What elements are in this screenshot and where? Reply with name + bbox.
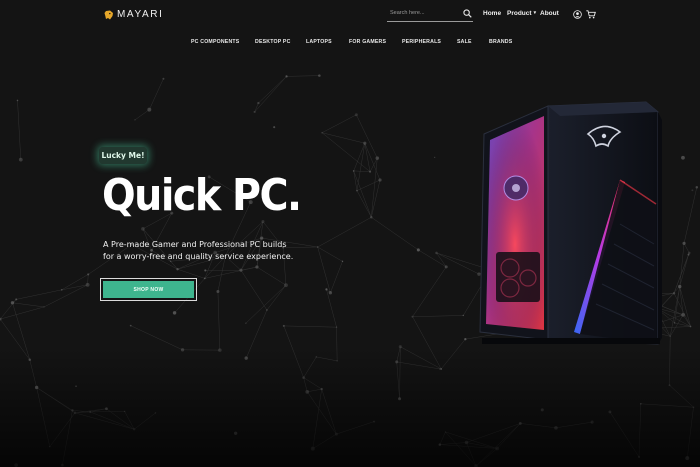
bottom-fade xyxy=(0,347,700,467)
search-icon[interactable] xyxy=(463,9,472,18)
category-sale[interactable]: SALE xyxy=(457,39,472,45)
category-brands[interactable]: BRANDS xyxy=(489,39,512,45)
shop-now-label: SHOP NOW xyxy=(103,281,194,298)
hero-description-line-2: for a worry-free and quality service exp… xyxy=(103,252,294,261)
site-header: MAYARI Home Product▼ About xyxy=(0,0,700,30)
nav-home-link[interactable]: Home xyxy=(483,10,501,17)
chevron-down-icon: ▼ xyxy=(532,10,538,15)
hero-description: A Pre-made Gamer and Professional PC bui… xyxy=(103,239,323,263)
brand-logo[interactable]: MAYARI xyxy=(104,9,163,20)
category-desktop-pc[interactable]: DESKTOP PC xyxy=(255,39,291,45)
lion-head-icon xyxy=(104,10,113,19)
hero-description-line-1: A Pre-made Gamer and Professional PC bui… xyxy=(103,240,287,249)
search-input[interactable] xyxy=(390,7,456,19)
hero-badge: Lucky Me! xyxy=(99,147,147,164)
shop-now-button[interactable]: SHOP NOW xyxy=(100,278,197,301)
hero-title: Quick PC. xyxy=(102,170,302,221)
brand-name: MAYARI xyxy=(117,9,164,20)
category-peripherals[interactable]: PERIPHERALS xyxy=(402,39,441,45)
category-pc-components[interactable]: PC COMPONENTS xyxy=(191,39,239,45)
cart-icon[interactable] xyxy=(586,10,596,19)
nav-product-dropdown[interactable]: Product▼ xyxy=(507,10,537,17)
search-bar xyxy=(387,7,473,22)
user-circle-icon[interactable] xyxy=(573,10,582,19)
nav-product-label: Product xyxy=(507,10,532,17)
category-laptops[interactable]: LAPTOPS xyxy=(306,39,332,45)
gaming-pc-image xyxy=(479,101,662,345)
category-for-gamers[interactable]: FOR GAMERS xyxy=(349,39,386,45)
nav-about-link[interactable]: About xyxy=(540,10,559,17)
